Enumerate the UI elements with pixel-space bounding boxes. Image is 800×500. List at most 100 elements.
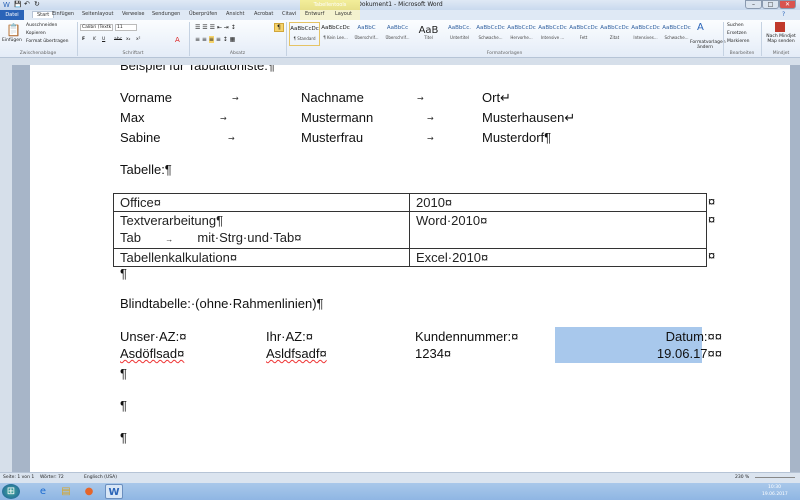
redo-icon[interactable]: ↻ [34,0,40,8]
underline-button[interactable]: U [102,37,105,42]
style-label: ¶ Standard [293,36,316,41]
font-size-select[interactable]: 11 [115,24,137,31]
italic-button[interactable]: K [93,37,96,42]
find-button[interactable]: Suchen [727,23,744,28]
context-tab-header: Tabellentools [300,0,360,10]
style-sample: AaBbC [357,25,376,31]
word-icon: W [3,1,10,9]
style-item[interactable]: AaBbCcDc ¶ Kein Lee... [320,22,351,46]
blind-table-cell[interactable]: 1234¤ [415,346,451,361]
empty-paragraph: ¶ [120,266,127,281]
tab-ueberpruefen[interactable]: Überprüfen [189,11,217,17]
tab-layout[interactable]: Layout [335,11,352,17]
blind-table-cell[interactable]: 19.06.17¤¤ [555,346,722,361]
style-item[interactable]: AaBbCcDc Zitat [599,22,630,46]
page-count[interactable]: Seite: 1 von 1 [3,475,34,480]
save-icon[interactable]: 💾 [14,1,21,8]
bold-button[interactable]: F [82,37,85,42]
undo-icon[interactable]: ↶ [24,0,30,8]
align-icons[interactable]: ≡ ≡ ≡ ≡ ↕ ▦ [195,36,235,43]
table-cell[interactable]: Word·2010¤ [409,211,707,249]
ie-icon[interactable]: e [34,484,52,499]
change-styles-icon[interactable]: A [697,22,704,33]
format-painter-button[interactable]: Format übertragen [26,39,68,44]
tab-einfuegen[interactable]: Einfügen [52,11,74,17]
tab-entwurf[interactable]: Entwurf [305,11,324,17]
show-formatting-button[interactable]: ¶ [274,23,284,32]
horizontal-ruler[interactable] [0,58,800,65]
style-item[interactable]: AaBbC Überschrif... [351,22,382,46]
language[interactable]: Englisch (USA) [84,475,117,480]
table-cell[interactable]: Textverarbeitung¶ Tab → mit·Strg·und·Tab¤ [113,211,410,249]
blind-table-cell[interactable]: Asdöflsad¤ [120,346,184,361]
tab-citavi[interactable]: Citavi [282,11,296,17]
tab-list-cell: Max [120,110,145,125]
style-item[interactable]: AaBbCc Überschrif... [382,22,413,46]
style-label: Untertitel [450,35,469,40]
blind-table-label: Blindtabelle:·(ohne·Rahmenlinien)¶ [120,296,324,311]
tab-datei[interactable]: Datei [0,10,24,20]
table[interactable]: Office¤ 2010¤ Textverarbeitung¶ Tab → mit·… [113,193,707,267]
tab-seitenlayout[interactable]: Seitenlayout [82,11,113,17]
clock-date[interactable]: 19.06.2017 [762,492,788,497]
clock-time[interactable]: 10:30 [768,485,781,490]
explorer-icon[interactable]: ▤ [57,484,75,499]
document-page[interactable]: Beispiel für Tabulatorliste:¶ Vorname Nac… [30,65,790,472]
style-item[interactable]: AaBbCcDc Hervorhe... [506,22,537,46]
font-color-icon[interactable]: A [175,36,180,44]
close-button[interactable]: ✕ [779,0,796,9]
tab-ansicht[interactable]: Ansicht [226,11,244,17]
blind-table-cell[interactable]: Kundennummer:¤ [415,329,518,344]
table-cell[interactable]: Office¤ [113,193,410,212]
start-button[interactable]: ⊞ [2,484,20,499]
vertical-ruler[interactable] [0,65,12,472]
font-name-select[interactable]: Calibri (Textk [80,24,113,31]
replace-button[interactable]: Ersetzen [727,31,747,36]
tab-arrow-icon: → [220,114,227,123]
tab-start[interactable]: Start [32,11,55,18]
zoom-level[interactable]: 230 % [735,475,749,480]
paste-button[interactable]: Einfügen [2,38,22,43]
style-item[interactable]: AaBbCcDc ¶ Standard [289,22,320,46]
cut-button[interactable]: Ausschneiden [26,23,57,28]
help-icon[interactable]: ? [782,11,785,18]
table-cell[interactable]: 2010¤ [409,193,707,212]
paste-icon[interactable]: 📋 [6,23,21,37]
superscript-button[interactable]: x² [136,37,140,42]
blind-table-cell[interactable]: Ihr·AZ:¤ [266,329,313,344]
change-styles-button[interactable]: Formatvorlagen ändern [690,40,726,50]
style-item[interactable]: AaBbCc. Untertitel [444,22,475,46]
tab-acrobat[interactable]: Acrobat [254,11,273,17]
style-item[interactable]: AaBbCcDc Schwache... [661,22,692,46]
maximize-button[interactable]: □ [762,0,779,9]
subscript-button[interactable]: x₂ [126,37,130,42]
tab-verweise[interactable]: Verweise [122,11,144,17]
style-item[interactable]: AaBbCcDc Intensive ... [537,22,568,46]
zoom-slider[interactable] [755,477,795,478]
mindjet-icon[interactable] [775,22,785,32]
blind-table-cell[interactable]: Datum:¤¤ [555,329,722,344]
select-button[interactable]: Markieren [727,39,750,44]
style-item[interactable]: AaBbCcDc Fett [568,22,599,46]
firefox-icon[interactable]: ● [80,484,98,499]
minimize-button[interactable]: – [745,0,762,9]
table-cell[interactable]: Excel·2010¤ [409,248,707,267]
bullets-icon[interactable]: ☰ ☰ ☰ ⇤ ⇥ ↕ [195,24,236,31]
style-item[interactable]: AaB Titel [413,22,444,46]
style-item[interactable]: AaBbCcDc Schwache... [475,22,506,46]
word-count[interactable]: Wörter: 72 [40,475,64,480]
table-row: Tabellenkalkulation¤ Excel·2010¤ [113,248,707,267]
copy-button[interactable]: Kopieren [26,31,46,36]
style-item[interactable]: AaBbCcDc Intensives... [630,22,661,46]
tab-sendungen[interactable]: Sendungen [152,11,180,17]
style-label: Intensive ... [540,35,565,40]
word-taskbar-icon[interactable]: W [105,484,123,499]
style-label: Fett [579,35,588,40]
blind-table-cell[interactable]: Unser·AZ:¤ [120,329,186,344]
style-label: Hervorhe... [510,35,533,40]
style-sample: AaBbCcDc [538,25,567,31]
table-cell[interactable]: Tabellenkalkulation¤ [113,248,410,267]
blind-table-cell[interactable]: Asldfsadf¤ [266,346,327,361]
strikethrough-button[interactable]: abc [114,37,122,42]
mindjet-send-button[interactable]: Nach Mindjet Map senden [763,34,799,44]
